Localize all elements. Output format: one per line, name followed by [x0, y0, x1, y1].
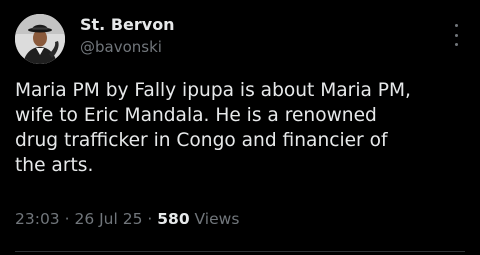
- user-handle[interactable]: @bavonski: [80, 38, 162, 56]
- views-label: Views: [189, 210, 240, 228]
- divider: [15, 251, 465, 252]
- meta-separator: ·: [59, 210, 75, 228]
- avatar[interactable]: [15, 14, 65, 64]
- tweet-meta: 23:03 · 26 Jul 25 · 580 Views: [15, 210, 239, 228]
- tweet-text-line: the arts.: [15, 155, 94, 176]
- tweet-time[interactable]: 23:03: [15, 210, 60, 228]
- more-options-icon[interactable]: [449, 24, 463, 46]
- views-count[interactable]: 580: [157, 210, 189, 228]
- meta-separator: ·: [142, 210, 158, 228]
- tweet-text-line: drug trafficker in Congo and financier o…: [15, 130, 388, 151]
- tweet-date[interactable]: 26 Jul 25: [74, 210, 142, 228]
- more-options-dot: [454, 24, 458, 27]
- more-options-dot: [454, 43, 458, 46]
- more-options-dot: [454, 33, 458, 37]
- display-name[interactable]: St. Bervon: [80, 15, 175, 34]
- tweet-text: Maria PM by Fally ipupa is about Maria P…: [15, 78, 473, 178]
- tweet-text-line: wife to Eric Mandala. He is a renowned: [15, 105, 377, 126]
- profile-photo-avatar: [15, 14, 65, 64]
- tweet: St. Bervon @bavonski Maria PM by Fally i…: [0, 0, 480, 255]
- tweet-text-line: Maria PM by Fally ipupa is about Maria P…: [15, 80, 411, 101]
